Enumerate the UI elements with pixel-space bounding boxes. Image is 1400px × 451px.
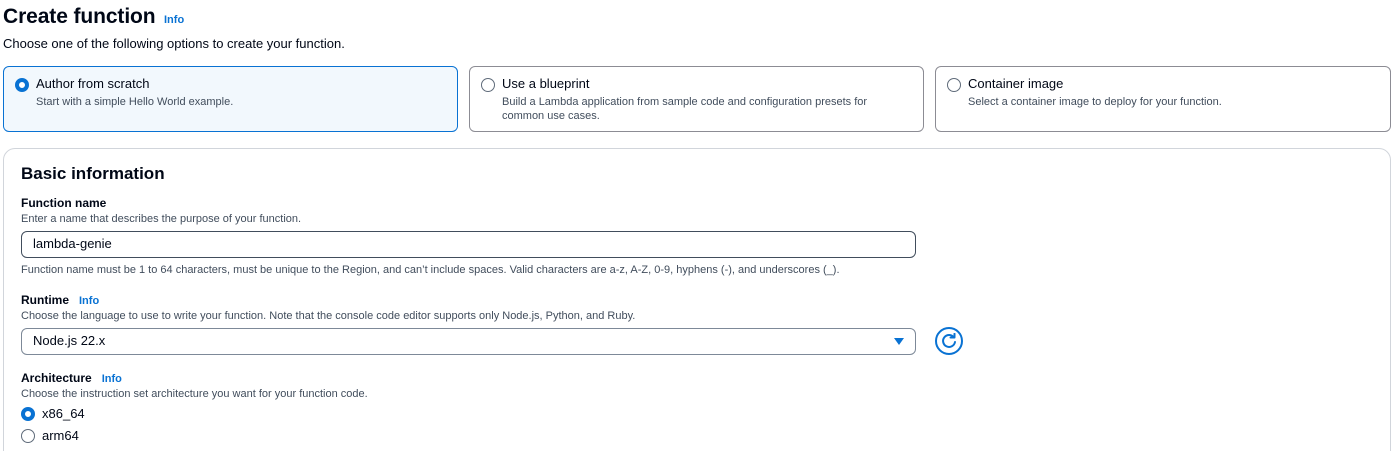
architecture-option-label: x86_64 [42, 406, 85, 422]
refresh-runtimes-button[interactable] [935, 327, 963, 355]
caret-down-icon [894, 338, 904, 345]
function-name-input[interactable]: lambda-genie [21, 231, 916, 258]
runtime-label-row: Runtime Info [21, 293, 99, 307]
option-container-image[interactable]: Container image Select a container image… [935, 66, 1391, 132]
page-title: Create function [3, 5, 156, 28]
option-description: Select a container image to deploy for y… [968, 96, 1222, 108]
function-name-description: Enter a name that describes the purpose … [21, 213, 302, 225]
page-subtitle: Choose one of the following options to c… [3, 36, 345, 51]
architecture-label-row: Architecture Info [21, 371, 122, 385]
radio-author-from-scratch[interactable] [15, 78, 29, 92]
title-info-link[interactable]: Info [164, 14, 184, 26]
architecture-info-link[interactable]: Info [102, 373, 122, 385]
architecture-option-x86-64[interactable]: x86_64 [21, 405, 85, 421]
option-author-from-scratch[interactable]: Author from scratch Start with a simple … [3, 66, 458, 132]
architecture-label: Architecture [21, 371, 92, 385]
option-title: Container image [968, 76, 1064, 91]
runtime-info-link[interactable]: Info [79, 295, 99, 307]
architecture-option-label: arm64 [42, 428, 79, 444]
option-description: Build a Lambda application from sample c… [502, 96, 868, 122]
function-name-label: Function name [21, 196, 107, 210]
radio-container-image[interactable] [947, 78, 961, 92]
runtime-selected-value: Node.js 22.x [33, 333, 106, 348]
function-name-constraint: Function name must be 1 to 64 characters… [21, 264, 840, 276]
radio-arm64[interactable] [21, 428, 35, 443]
option-use-a-blueprint[interactable]: Use a blueprint Build a Lambda applicati… [469, 66, 924, 132]
runtime-description: Choose the language to use to write your… [21, 310, 636, 322]
basic-information-panel: Basic information Function name Enter a … [3, 148, 1391, 451]
option-title: Author from scratch [36, 76, 150, 91]
panel-title: Basic information [21, 164, 165, 183]
architecture-description: Choose the instruction set architecture … [21, 388, 368, 400]
option-title: Use a blueprint [502, 76, 590, 91]
refresh-icon [942, 333, 956, 348]
option-description: Start with a simple Hello World example. [36, 96, 234, 108]
runtime-label: Runtime [21, 293, 69, 307]
radio-x86-64[interactable] [21, 406, 35, 421]
radio-use-a-blueprint[interactable] [481, 78, 495, 92]
architecture-option-arm64[interactable]: arm64 [21, 427, 79, 443]
runtime-select[interactable]: Node.js 22.x [21, 328, 916, 355]
